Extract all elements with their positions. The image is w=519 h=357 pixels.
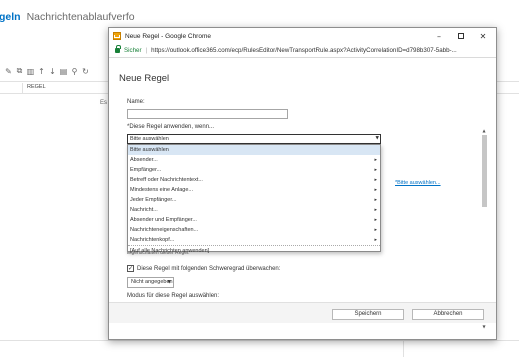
dialog-footer: Speichern Abbrechen	[109, 302, 496, 323]
option-label: Bitte auswählen	[130, 147, 169, 153]
secure-label: Sicher	[124, 47, 142, 54]
name-input[interactable]	[127, 109, 288, 119]
url-text[interactable]: https://outlook.office365.com/ecp/RulesE…	[151, 47, 457, 54]
submenu-arrow-icon: ▸	[374, 157, 377, 163]
audit-checkbox-row[interactable]: ✓ Diese Regel mit folgenden Schweregrad …	[127, 265, 280, 272]
dropdown-option[interactable]: Bitte auswählen	[128, 145, 380, 155]
submenu-arrow-icon: ▸	[374, 207, 377, 213]
dropdown-option[interactable]: Nachricht... ▸	[128, 205, 380, 215]
option-label: Mindestens eine Anlage...	[130, 187, 193, 193]
chevron-down-icon: ▼	[375, 136, 379, 141]
mode-label: Modus für diese Regel auswählen:	[127, 293, 220, 299]
save-button[interactable]: Speichern	[332, 309, 404, 320]
submenu-arrow-icon: ▸	[374, 187, 377, 193]
cancel-button[interactable]: Abbrechen	[412, 309, 484, 320]
minimize-icon[interactable]: –	[428, 28, 450, 44]
submenu-arrow-icon: ▸	[374, 227, 377, 233]
search-icon[interactable]: ⚲	[70, 66, 79, 76]
audit-checkbox-label: Diese Regel mit folgenden Schweregrad üb…	[137, 265, 281, 272]
option-label: Absender und Empfänger...	[130, 217, 197, 223]
arrow-up-icon[interactable]: ↑	[37, 66, 46, 76]
dropdown-option[interactable]: Absender... ▸	[128, 155, 380, 165]
scroll-up-icon[interactable]: ▲	[481, 127, 487, 133]
dropdown-option[interactable]: [Auf alle Nachrichten anwenden]	[128, 245, 380, 255]
dropdown-option[interactable]: Jeder Empfänger... ▸	[128, 195, 380, 205]
audit-checkbox[interactable]: ✓	[127, 265, 134, 272]
scrollbar-thumb[interactable]	[482, 135, 487, 207]
option-label: [Auf alle Nachrichten anwenden]	[130, 248, 210, 254]
dropdown-option[interactable]: Mindestens eine Anlage... ▸	[128, 185, 380, 195]
condition-select-value: Bitte auswählen	[130, 136, 169, 142]
copy-icon[interactable]: ⧉	[15, 66, 24, 76]
option-label: Betreff oder Nachrichtentext...	[130, 177, 203, 183]
address-separator: |	[145, 47, 148, 54]
name-label: Name:	[127, 99, 145, 105]
submenu-arrow-icon: ▸	[374, 167, 377, 173]
option-label: Nachricht...	[130, 207, 158, 213]
address-bar[interactable]: Sicher | https://outlook.office365.com/e…	[109, 44, 496, 58]
condition-dropdown-list: Bitte auswählen Absender... ▸ Empfänger..…	[127, 144, 381, 255]
option-label: Nachrichtenkopf...	[130, 237, 175, 243]
maximize-icon[interactable]	[450, 28, 472, 44]
option-label: Jeder Empfänger...	[130, 197, 177, 203]
refresh-icon[interactable]: ↻	[81, 66, 90, 76]
chrome-popup-window: Neue Regel - Google Chrome – ✕ Sicher | …	[108, 27, 497, 340]
vertical-scrollbar[interactable]: ▲ ▼	[481, 123, 487, 329]
background-tab-rules[interactable]: geln	[0, 11, 21, 23]
background-footer-line	[0, 340, 519, 341]
close-icon[interactable]: ✕	[472, 28, 494, 44]
option-label: Empfänger...	[130, 167, 162, 173]
option-label: Absender...	[130, 157, 158, 163]
select-condition-link[interactable]: *Bitte auswählen...	[395, 180, 441, 186]
chevron-down-icon: ▼	[167, 280, 171, 285]
report-icon[interactable]: ▤	[59, 66, 68, 76]
dropdown-option[interactable]: Nachrichtenkopf... ▸	[128, 235, 380, 245]
severity-select[interactable]: Nicht angegeben ▼	[127, 277, 174, 288]
background-breadcrumb: geln Nachrichtenablaufverfo	[0, 11, 135, 23]
condition-label: *Diese Regel anwenden, wenn...	[127, 124, 215, 130]
arrow-down-icon[interactable]: ↓	[48, 66, 57, 76]
submenu-arrow-icon: ▸	[374, 197, 377, 203]
submenu-arrow-icon: ▸	[374, 177, 377, 183]
background-tab-message-trace[interactable]: Nachrichtenablaufverfo	[27, 11, 135, 23]
dropdown-option[interactable]: Nachrichteneigenschaften... ▸	[128, 225, 380, 235]
column-separator	[22, 83, 23, 93]
window-title: Neue Regel - Google Chrome	[125, 32, 211, 40]
background-toolbar: ✎ ⧉ ▥ ↑ ↓ ▤ ⚲ ↻	[4, 64, 90, 78]
severity-value: Nicht angegeben	[131, 279, 173, 285]
page-title: Neue Regel	[119, 73, 170, 84]
option-label: Nachrichteneigenschaften...	[130, 227, 199, 233]
delete-icon[interactable]: ▥	[26, 66, 35, 76]
dropdown-option[interactable]: Empfänger... ▸	[128, 165, 380, 175]
submenu-arrow-icon: ▸	[374, 217, 377, 223]
dropdown-option[interactable]: Absender und Empfänger... ▸	[128, 215, 380, 225]
rule-editor-content: Neue Regel ▲ ▼ Name: *Diese Regel anwend…	[109, 59, 496, 339]
condition-select[interactable]: Bitte auswählen ▼	[127, 134, 381, 144]
pencil-icon[interactable]: ✎	[4, 66, 13, 76]
scroll-down-icon[interactable]: ▼	[481, 323, 487, 329]
column-header-rule[interactable]: REGEL	[27, 84, 46, 90]
submenu-arrow-icon: ▸	[374, 237, 377, 243]
outlook-favicon-icon	[113, 32, 121, 40]
lock-icon	[115, 45, 121, 53]
dropdown-option[interactable]: Betreff oder Nachrichtentext... ▸	[128, 175, 380, 185]
window-titlebar[interactable]: Neue Regel - Google Chrome – ✕	[109, 28, 496, 44]
